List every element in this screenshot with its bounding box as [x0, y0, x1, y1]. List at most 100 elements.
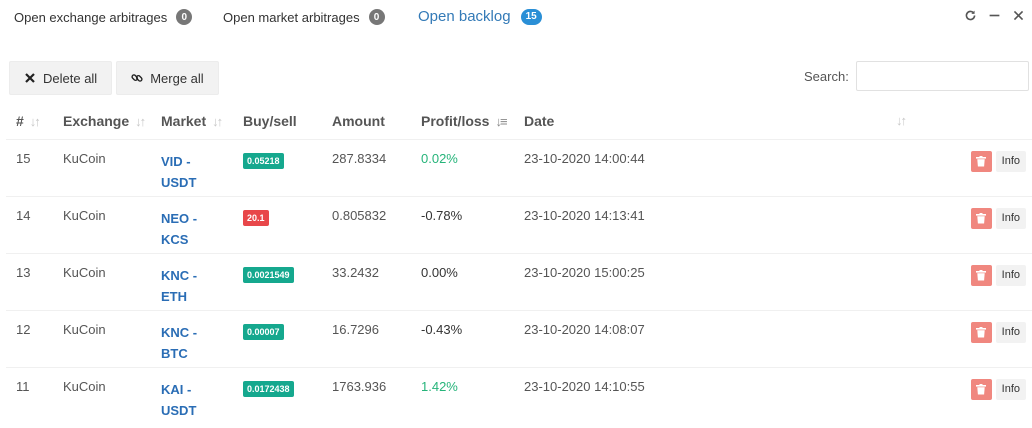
info-button[interactable]: Info — [995, 378, 1026, 400]
close-icon[interactable] — [1010, 7, 1026, 23]
tab-label: Open market arbitrages — [223, 9, 360, 25]
price-badge: 0.05218 — [243, 152, 284, 169]
row-id: 15 — [6, 138, 53, 196]
row-date: 23-10-2020 14:08:07 — [514, 309, 900, 367]
delete-all-button[interactable]: Delete all — [9, 61, 113, 95]
info-button[interactable]: Info — [995, 150, 1026, 172]
row-amount: 0.805832 — [322, 195, 411, 253]
market-link[interactable]: KNC - BTC — [161, 322, 233, 364]
row-actions: Info — [900, 366, 1032, 424]
link-icon — [131, 72, 143, 84]
search-box: Search: — [804, 61, 1029, 91]
table-row: 15 KuCoin VID - USDT 0.05218 287.8334 0.0… — [6, 138, 1032, 196]
row-amount: 287.8334 — [322, 138, 411, 196]
count-badge: 0 — [176, 9, 193, 25]
table-row: 11 KuCoin KAI - USDT 0.0172438 1763.936 1… — [6, 366, 1032, 424]
row-market: KNC - ETH — [151, 252, 233, 310]
column-header-date[interactable]: Date ↓↑ — [514, 103, 907, 139]
info-button[interactable]: Info — [995, 321, 1026, 343]
info-label: Info — [1001, 212, 1020, 224]
row-profit-loss: 0.02% — [411, 138, 514, 196]
row-id: 11 — [6, 366, 53, 424]
delete-row-button[interactable] — [970, 321, 992, 343]
column-header-profit-loss[interactable]: Profit/loss ↓≡ — [411, 103, 514, 139]
minimize-icon[interactable] — [986, 7, 1002, 23]
delete-row-button[interactable] — [970, 264, 992, 286]
row-exchange: KuCoin — [53, 366, 151, 424]
search-input[interactable] — [855, 61, 1029, 91]
tab-open-exchange-arbitrages[interactable]: Open exchange arbitrages 0 — [14, 9, 193, 25]
delete-row-button[interactable] — [970, 378, 992, 400]
row-date: 23-10-2020 15:00:25 — [514, 252, 900, 310]
column-header-actions — [900, 103, 1032, 139]
column-header-id[interactable]: # ↓↑ — [6, 103, 53, 139]
row-profit-loss: -0.78% — [411, 195, 514, 253]
merge-all-label: Merge all — [150, 70, 204, 86]
sort-desc-icon: ↓≡ — [495, 113, 507, 129]
tab-label: Open exchange arbitrages — [14, 9, 168, 25]
row-market: KAI - USDT — [151, 366, 233, 424]
row-date: 23-10-2020 14:10:55 — [514, 366, 900, 424]
refresh-icon[interactable] — [962, 7, 978, 23]
market-link[interactable]: KNC - ETH — [161, 265, 233, 307]
count-badge: 15 — [520, 8, 542, 25]
row-exchange: KuCoin — [53, 195, 151, 253]
market-link[interactable]: NEO - KCS — [161, 208, 233, 250]
delete-all-label: Delete all — [43, 70, 98, 86]
tab-label: Open backlog — [418, 8, 511, 25]
sort-icon: ↓↑ — [135, 113, 146, 129]
row-market: NEO - KCS — [151, 195, 233, 253]
tab-open-market-arbitrages[interactable]: Open market arbitrages 0 — [223, 9, 385, 25]
backlog-table: # ↓↑ Exchange ↓↑ Market ↓↑ Buy/sell Amount … — [6, 103, 1032, 424]
market-link[interactable]: VID - USDT — [161, 151, 233, 193]
row-profit-loss: 1.42% — [411, 366, 514, 424]
info-button[interactable]: Info — [995, 264, 1026, 286]
column-header-buy-sell[interactable]: Buy/sell — [233, 103, 322, 139]
trash-icon — [976, 269, 987, 280]
row-amount: 16.7296 — [322, 309, 411, 367]
price-badge: 0.00007 — [243, 323, 284, 340]
row-amount: 33.2432 — [322, 252, 411, 310]
row-id: 13 — [6, 252, 53, 310]
row-actions: Info — [900, 252, 1032, 310]
info-label: Info — [1001, 326, 1020, 338]
column-header-amount[interactable]: Amount — [322, 103, 411, 139]
row-id: 14 — [6, 195, 53, 253]
row-buy-sell: 0.0021549 — [233, 252, 322, 310]
row-profit-loss: 0.00% — [411, 252, 514, 310]
row-buy-sell: 0.0172438 — [233, 366, 322, 424]
info-label: Info — [1001, 155, 1020, 167]
tab-open-backlog[interactable]: Open backlog 15 — [418, 8, 542, 25]
trash-icon — [976, 383, 987, 394]
merge-all-button[interactable]: Merge all — [116, 61, 219, 95]
delete-row-button[interactable] — [970, 207, 992, 229]
row-actions: Info — [900, 195, 1032, 253]
table-row: 12 KuCoin KNC - BTC 0.00007 16.7296 -0.43… — [6, 309, 1032, 367]
row-date: 23-10-2020 14:00:44 — [514, 138, 900, 196]
row-exchange: KuCoin — [53, 309, 151, 367]
row-actions: Info — [900, 138, 1032, 196]
toolbar: Delete all Merge all — [9, 61, 219, 95]
info-label: Info — [1001, 383, 1020, 395]
count-badge: 0 — [368, 9, 385, 25]
price-badge: 0.0021549 — [243, 266, 294, 283]
sort-icon: ↓↑ — [212, 113, 223, 129]
tab-bar: Open exchange arbitrages 0 Open market a… — [0, 0, 1032, 38]
market-link[interactable]: KAI - USDT — [161, 379, 233, 421]
row-exchange: KuCoin — [53, 138, 151, 196]
delete-row-button[interactable] — [970, 150, 992, 172]
window-controls — [962, 7, 1026, 23]
row-market: KNC - BTC — [151, 309, 233, 367]
column-header-market[interactable]: Market ↓↑ — [151, 103, 233, 139]
row-profit-loss: -0.43% — [411, 309, 514, 367]
row-buy-sell: 0.00007 — [233, 309, 322, 367]
cross-icon — [24, 72, 36, 84]
sort-icon: ↓↑ — [896, 112, 907, 128]
row-id: 12 — [6, 309, 53, 367]
info-button[interactable]: Info — [995, 207, 1026, 229]
row-market: VID - USDT — [151, 138, 233, 196]
column-header-exchange[interactable]: Exchange ↓↑ — [53, 103, 151, 139]
row-actions: Info — [900, 309, 1032, 367]
info-label: Info — [1001, 269, 1020, 281]
table-row: 14 KuCoin NEO - KCS 20.1 0.805832 -0.78% … — [6, 195, 1032, 253]
